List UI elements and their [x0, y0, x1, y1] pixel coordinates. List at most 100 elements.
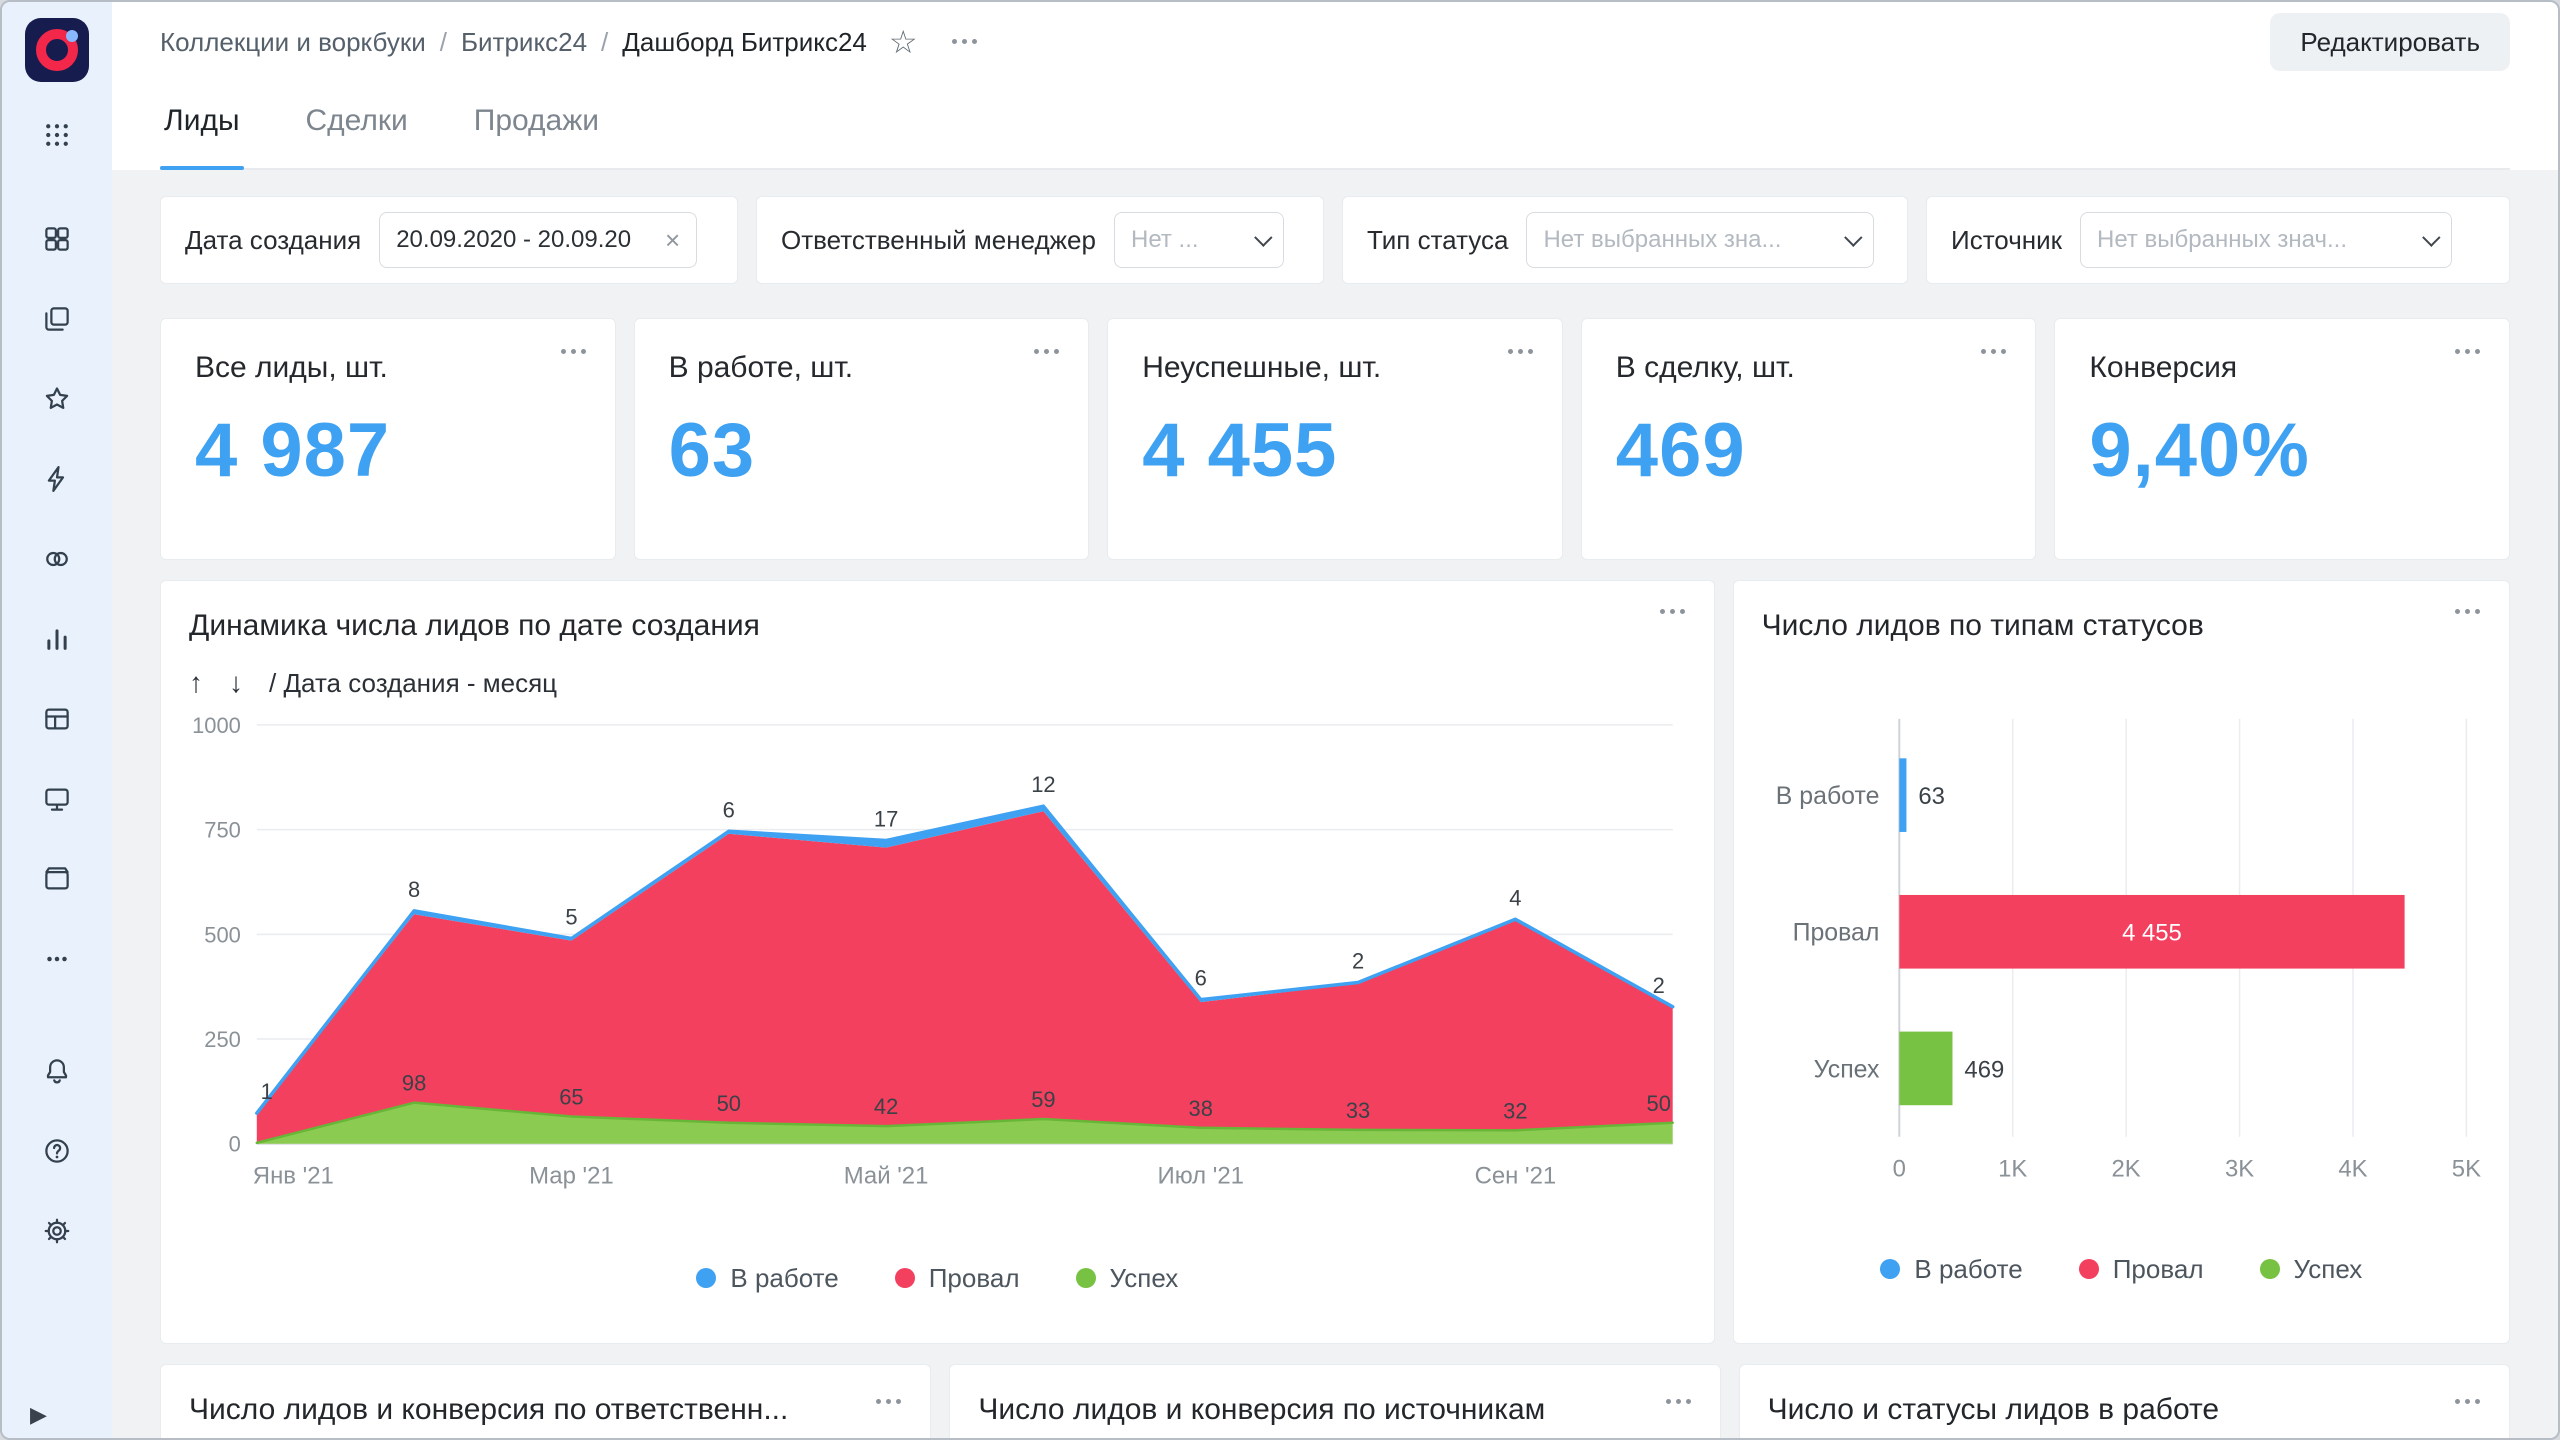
sort-asc-icon[interactable]: ↑: [189, 667, 203, 699]
svg-text:Май '21: Май '21: [844, 1163, 929, 1190]
storage-icon[interactable]: [34, 856, 80, 902]
status-type-select-value: Нет выбранных зна...: [1543, 226, 1781, 254]
legend-item[interactable]: В работе: [1880, 1254, 2022, 1285]
svg-text:4 455: 4 455: [2122, 920, 2182, 947]
charts-icon[interactable]: [34, 616, 80, 662]
legend-dot-icon: [2079, 1259, 2099, 1279]
clear-icon[interactable]: ×: [665, 225, 680, 256]
widget-menu-icon[interactable]: [2455, 609, 2481, 615]
chart-legend: В работе Провал Успех: [1734, 1240, 2509, 1298]
svg-text:63: 63: [1918, 783, 1945, 810]
svg-text:4K: 4K: [2338, 1156, 2367, 1183]
legend-item[interactable]: Успех: [2260, 1254, 2363, 1285]
logo-dot: [66, 30, 78, 42]
breadcrumb-workbook[interactable]: Битрикс24: [461, 27, 587, 58]
dashboards-icon[interactable]: [34, 776, 80, 822]
leads-dynamics-area-chart[interactable]: 0250500750100018561712624298655042593833…: [187, 699, 1688, 1249]
date-range-value: 20.09.2020 - 20.09.20: [396, 226, 631, 254]
workbooks-icon[interactable]: [34, 296, 80, 342]
settings-icon[interactable]: [34, 1208, 80, 1254]
chart-title: Число и статусы лидов в работе: [1768, 1393, 2279, 1426]
kpi-conversion: Конверсия 9,40%: [2054, 318, 2510, 560]
chart-title: Число лидов по типам статусов: [1762, 609, 2204, 643]
chevron-down-icon: [1254, 228, 1272, 246]
svg-text:469: 469: [1964, 1056, 2004, 1083]
sidebar-expand-icon[interactable]: ▶: [2, 1402, 47, 1428]
svg-text:Янв '21: Янв '21: [253, 1163, 334, 1190]
collections-icon[interactable]: [34, 216, 80, 262]
svg-text:2: 2: [1653, 973, 1665, 998]
legend-label: Успех: [2294, 1254, 2363, 1285]
sidebar: ▶: [2, 2, 112, 1438]
kpi-label: В работе, шт.: [669, 351, 1055, 385]
kpi-all-leads: Все лиды, шт. 4 987: [160, 318, 616, 560]
leads-by-status-bar-chart[interactable]: 01K2K3K4K5KВ работе63Провал4 455Успех469: [1760, 691, 2483, 1240]
sort-desc-icon[interactable]: ↓: [229, 667, 243, 699]
svg-text:5: 5: [565, 905, 577, 930]
kpi-value: 469: [1616, 407, 2002, 494]
filter-label: Дата создания: [185, 225, 361, 256]
legend-item[interactable]: Успех: [1076, 1263, 1179, 1294]
date-range-input[interactable]: 20.09.2020 - 20.09.20 ×: [379, 212, 697, 268]
kpi-row: Все лиды, шт. 4 987 В работе, шт. 63 Неу…: [160, 318, 2510, 560]
tab-deals[interactable]: Сделки: [302, 82, 412, 168]
legend-dot-icon: [1880, 1259, 1900, 1279]
widget-menu-icon[interactable]: [2455, 1399, 2481, 1405]
legend-label: Провал: [929, 1263, 1020, 1294]
widget-menu-icon[interactable]: [561, 349, 587, 355]
svg-text:32: 32: [1503, 1098, 1527, 1123]
manager-select[interactable]: Нет ...: [1114, 212, 1284, 268]
svg-text:Провал: Провал: [1792, 919, 1879, 947]
kpi-value: 4 455: [1142, 407, 1528, 494]
manager-select-value: Нет ...: [1131, 226, 1199, 254]
tab-leads[interactable]: Лиды: [160, 82, 244, 168]
breadcrumb-current: Дашборд Битрикс24: [622, 27, 867, 58]
widget-menu-icon[interactable]: [1666, 1399, 1692, 1405]
favorite-star-icon[interactable]: ☆: [889, 23, 918, 61]
status-type-select[interactable]: Нет выбранных зна...: [1526, 212, 1874, 268]
notifications-icon[interactable]: [34, 1048, 80, 1094]
kpi-value: 9,40%: [2089, 407, 2475, 494]
breadcrumb-separator: /: [440, 27, 447, 58]
filter-manager: Ответственный менеджер Нет ...: [756, 196, 1324, 284]
widget-menu-icon[interactable]: [1981, 349, 2007, 355]
svg-text:2: 2: [1352, 949, 1364, 974]
favorites-icon[interactable]: [34, 376, 80, 422]
drill-breadcrumb[interactable]: / Дата создания - месяц: [269, 668, 557, 699]
kpi-label: Все лиды, шт.: [195, 351, 581, 385]
datalens-logo[interactable]: [25, 18, 89, 82]
apps-grid-icon[interactable]: [34, 112, 80, 158]
kpi-label: В сделку, шт.: [1616, 351, 2002, 385]
charts-row: Динамика числа лидов по дате создания ↑ …: [160, 580, 2510, 1344]
more-icon[interactable]: [34, 936, 80, 982]
legend-item[interactable]: Провал: [2079, 1254, 2204, 1285]
source-select[interactable]: Нет выбранных знач...: [2080, 212, 2452, 268]
svg-text:0: 0: [1892, 1156, 1905, 1183]
kpi-in-progress: В работе, шт. 63: [634, 318, 1090, 560]
svg-text:38: 38: [1189, 1096, 1213, 1121]
connections-icon[interactable]: [34, 456, 80, 502]
breadcrumb-collections[interactable]: Коллекции и воркбуки: [160, 27, 426, 58]
legend-item[interactable]: Провал: [895, 1263, 1020, 1294]
chevron-down-icon: [1845, 228, 1863, 246]
edit-button[interactable]: Редактировать: [2270, 13, 2510, 71]
page-menu-icon[interactable]: [952, 39, 978, 45]
svg-text:33: 33: [1346, 1098, 1370, 1123]
dashboard-canvas: Дата создания 20.09.2020 - 20.09.20 × От…: [112, 170, 2558, 1438]
widget-menu-icon[interactable]: [1660, 609, 1686, 615]
filter-label: Тип статуса: [1367, 225, 1508, 256]
widget-menu-icon[interactable]: [1034, 349, 1060, 355]
filter-source: Источник Нет выбранных знач...: [1926, 196, 2510, 284]
tables-icon[interactable]: [34, 696, 80, 742]
svg-text:3K: 3K: [2225, 1156, 2254, 1183]
datasets-icon[interactable]: [34, 536, 80, 582]
widget-menu-icon[interactable]: [876, 1399, 902, 1405]
legend-item[interactable]: В работе: [696, 1263, 838, 1294]
leads-by-status-widget: Число лидов по типам статусов 01K2K3K4K5…: [1733, 580, 2510, 1344]
widget-menu-icon[interactable]: [2455, 349, 2481, 355]
widget-menu-icon[interactable]: [1508, 349, 1534, 355]
help-icon[interactable]: [34, 1128, 80, 1174]
tab-sales[interactable]: Продажи: [470, 82, 603, 168]
svg-text:Июл '21: Июл '21: [1158, 1163, 1244, 1190]
leads-in-progress-widget: Число и статусы лидов в работе: [1739, 1364, 2510, 1438]
